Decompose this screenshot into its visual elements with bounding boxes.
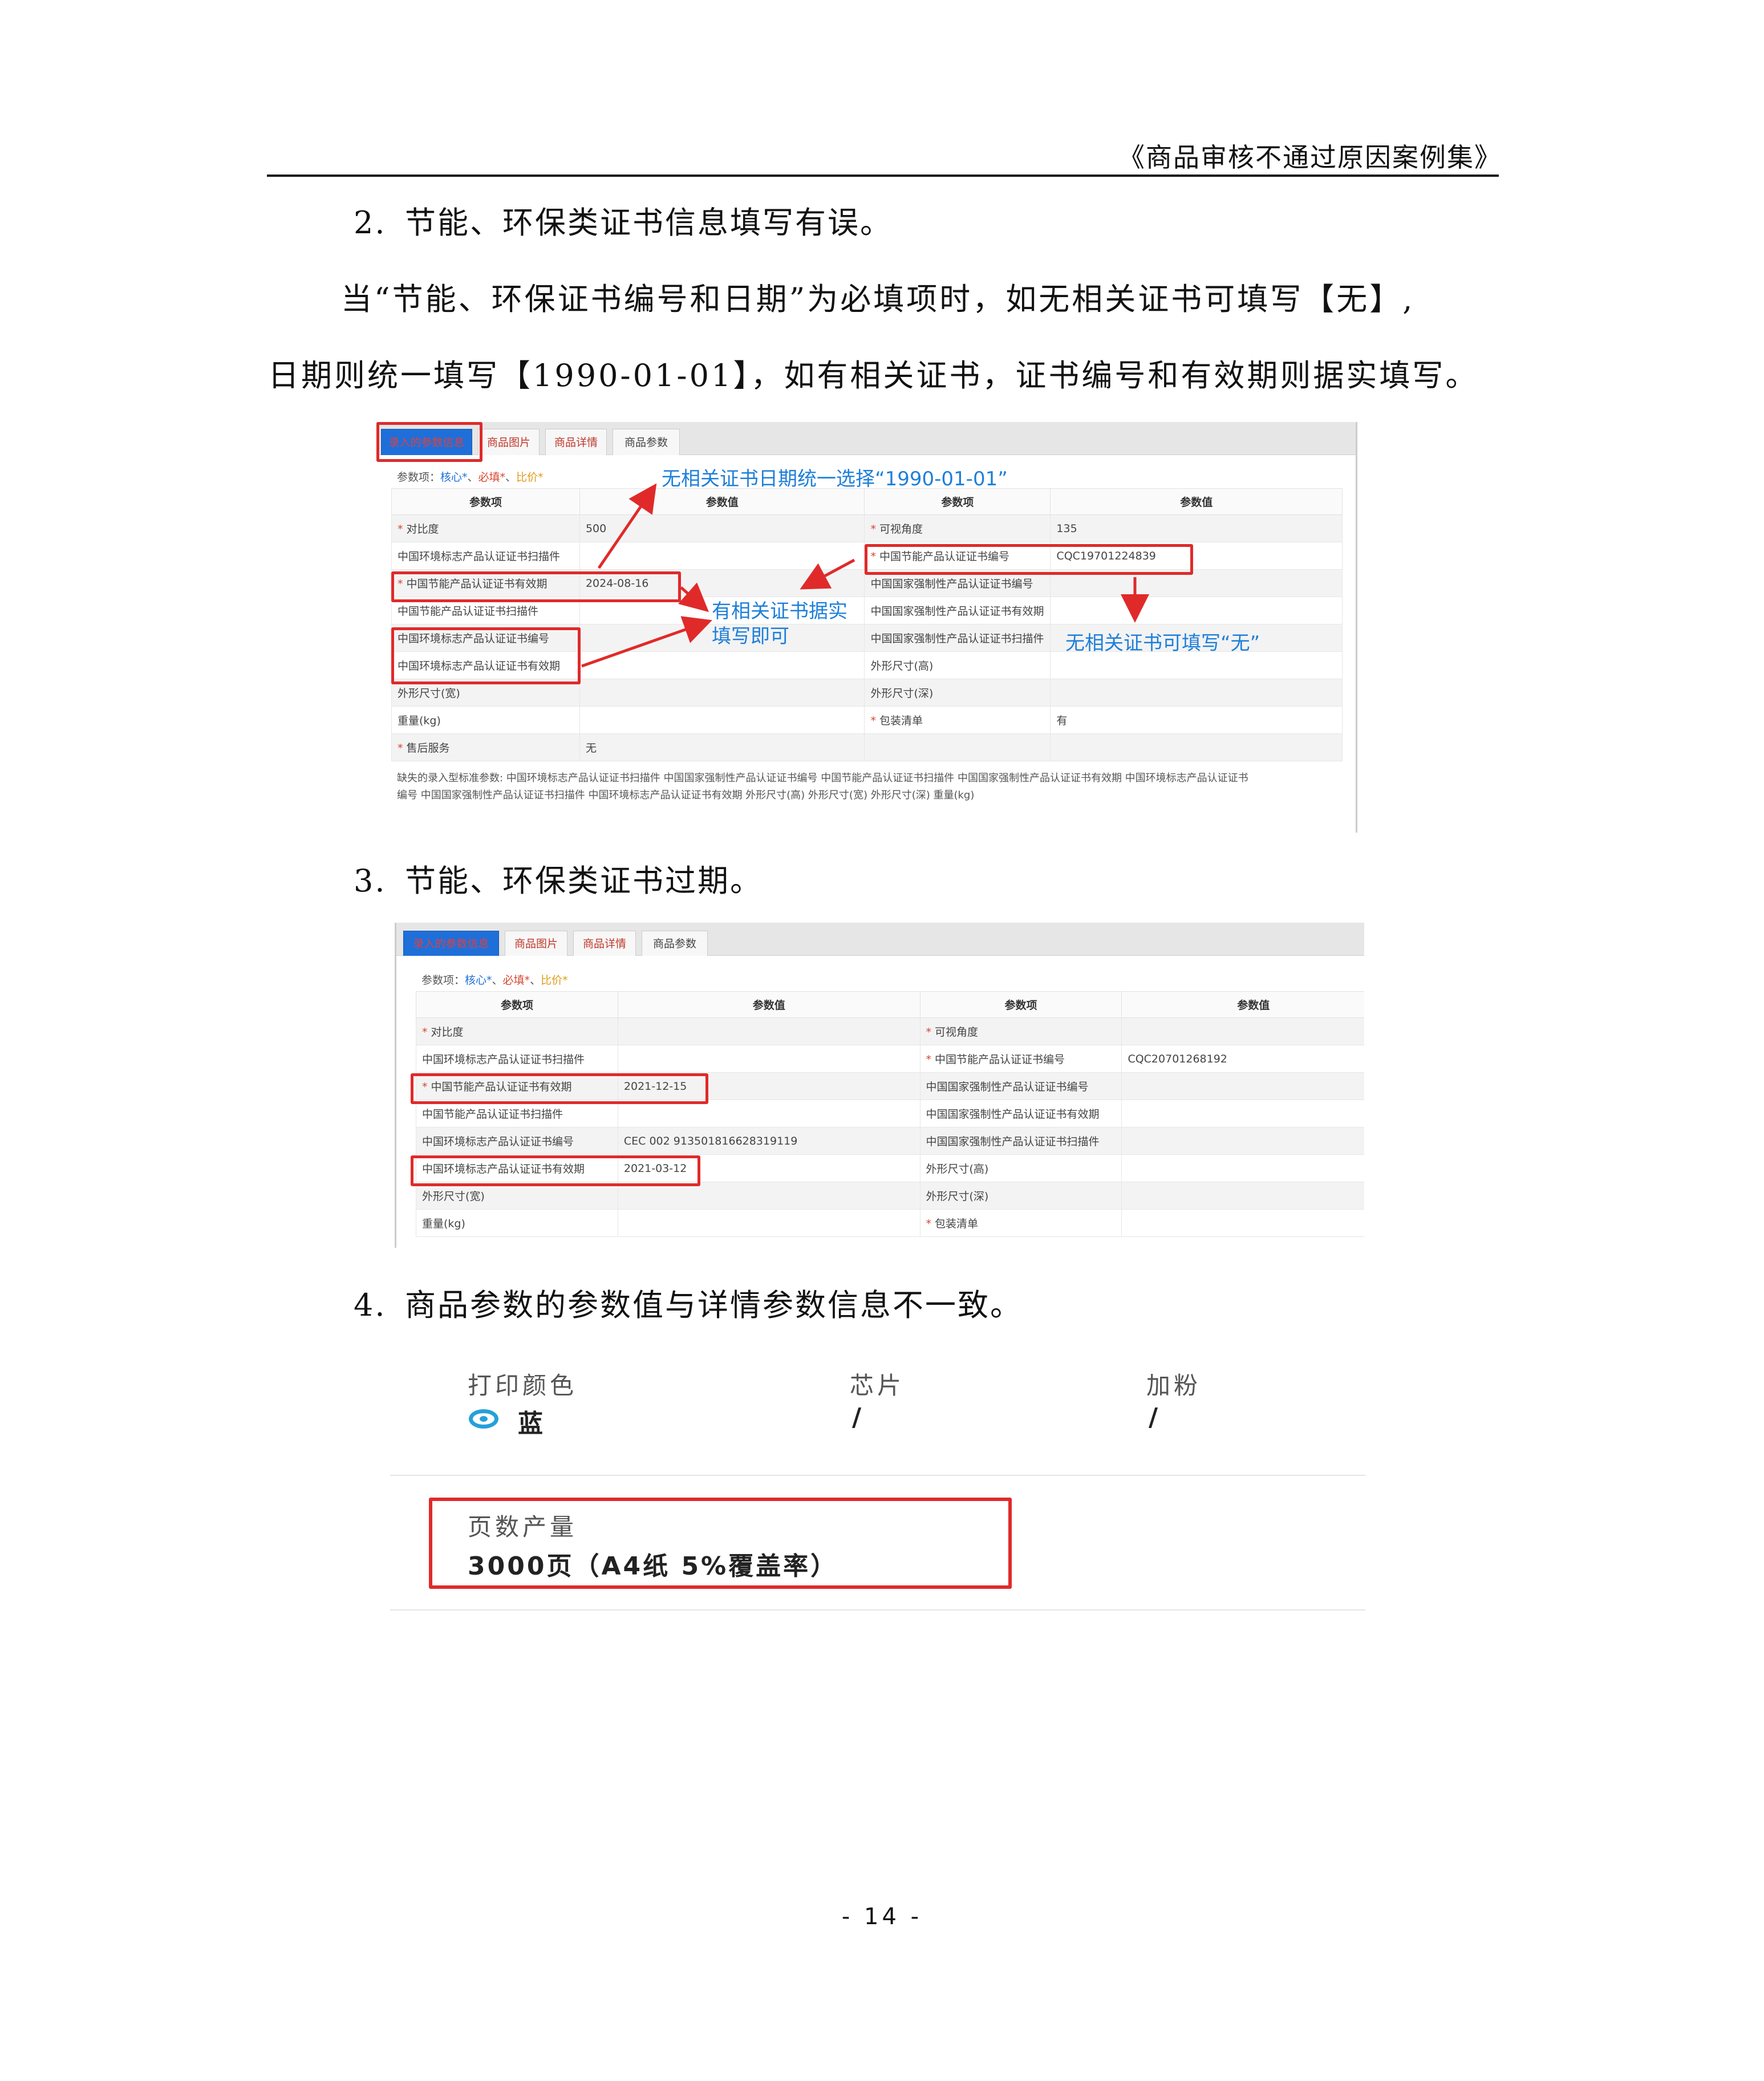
param-name: 中国国家强制性产品认证证书编号 — [919, 1072, 1122, 1100]
tab-product-details[interactable]: 商品详情 — [573, 931, 636, 956]
arrow-env-to-note — [581, 616, 712, 668]
param-value — [1121, 1072, 1364, 1100]
arrow-number-to-note — [800, 558, 855, 590]
spec-print-color-value: 蓝 — [518, 1409, 545, 1438]
table-row: 中国环境标志产品认证证书编号 CEC 002 913501816628319119… — [416, 1127, 1364, 1155]
table-row: 中国环境标志产品认证证书扫描件 * 中国节能产品认证证书编号 CQC20701268… — [416, 1045, 1364, 1073]
spec-chip-label: 芯片 — [850, 1372, 905, 1399]
section-4-heading: 4. 商品参数的参数值与详情参数信息不一致。 — [354, 1280, 1023, 1325]
tab-product-params[interactable]: 商品参数 — [642, 931, 708, 956]
required-marker: * — [422, 1026, 428, 1039]
param-value — [1121, 1017, 1364, 1045]
tab-product-images[interactable]: 商品图片 — [505, 931, 567, 956]
table-row: * 对比度 * 可视角度 — [416, 1017, 1364, 1045]
param-value — [1121, 1154, 1364, 1182]
column-header: 参数项 — [919, 991, 1122, 1018]
param-name: * 中国节能产品认证证书编号 — [919, 1045, 1122, 1073]
param-value — [1121, 1182, 1364, 1210]
param-name: * 可视角度 — [919, 1017, 1122, 1045]
highlight-page-yield — [429, 1498, 1012, 1589]
tab-entered-params[interactable]: 录入的参数信息 — [403, 931, 499, 956]
section-3-title: 节能、环保类证书过期。 — [405, 863, 763, 899]
highlight-expired-env-cert — [411, 1155, 700, 1186]
required-marker: * — [926, 1026, 932, 1039]
section-4-title: 商品参数的参数值与详情参数信息不一致。 — [405, 1287, 1023, 1323]
spec-print-color-label: 打印颜色 — [468, 1372, 578, 1399]
column-header: 参数值 — [1121, 991, 1364, 1018]
section-3-number: 3. — [354, 863, 387, 899]
spec-chip-value: / — [852, 1403, 864, 1432]
required-marker: * — [926, 1218, 932, 1230]
column-header: 参数项 — [416, 991, 618, 1018]
param-name: 中国环境标志产品认证证书编号 — [416, 1127, 618, 1155]
param-value: CQC20701268192 — [1121, 1045, 1364, 1073]
param-name: 外形尺寸(高) — [919, 1154, 1122, 1182]
param-value — [1121, 1209, 1364, 1237]
param-value — [617, 1045, 920, 1073]
arrow-energy-to-note — [678, 582, 709, 612]
param-name: 中国国家强制性产品认证证书有效期 — [919, 1100, 1122, 1127]
param-name: 中国环境标志产品认证证书扫描件 — [416, 1045, 618, 1073]
param-name: * 对比度 — [416, 1017, 618, 1045]
param-value — [617, 1017, 920, 1045]
param-name: * 包装清单 — [919, 1209, 1122, 1237]
highlight-expired-energy-cert — [411, 1073, 708, 1104]
param-name: 中国国家强制性产品认证证书扫描件 — [919, 1127, 1122, 1155]
divider — [390, 1609, 1365, 1611]
param-value — [1121, 1100, 1364, 1127]
table-row: 重量(kg) * 包装清单 — [416, 1209, 1364, 1237]
param-name: 外形尺寸(深) — [919, 1182, 1122, 1210]
column-header: 参数值 — [617, 991, 920, 1018]
param-value: CEC 002 913501816628319119 — [617, 1127, 920, 1155]
section-4-number: 4. — [354, 1287, 387, 1323]
param-value — [617, 1209, 920, 1237]
spec-toner-value: / — [1149, 1403, 1161, 1432]
param-table-2: 参数项 参数值 参数项 参数值 * 对比度 * 可视角度 中国环境标志产品认证证书… — [416, 991, 1364, 1237]
page-number: - 14 - — [841, 1904, 923, 1930]
spec-toner-label: 加粉 — [1146, 1372, 1202, 1399]
section-3-heading: 3. 节能、环保类证书过期。 — [354, 855, 763, 900]
arrow-to-top-note — [597, 483, 657, 569]
required-marker: * — [926, 1053, 932, 1066]
radio-selected-icon[interactable] — [469, 1409, 498, 1429]
param-name: 重量(kg) — [416, 1209, 618, 1237]
param-value — [1121, 1127, 1364, 1155]
param-legend: 参数项：核心*、必填*、比价* — [421, 974, 568, 987]
divider — [390, 1475, 1365, 1476]
